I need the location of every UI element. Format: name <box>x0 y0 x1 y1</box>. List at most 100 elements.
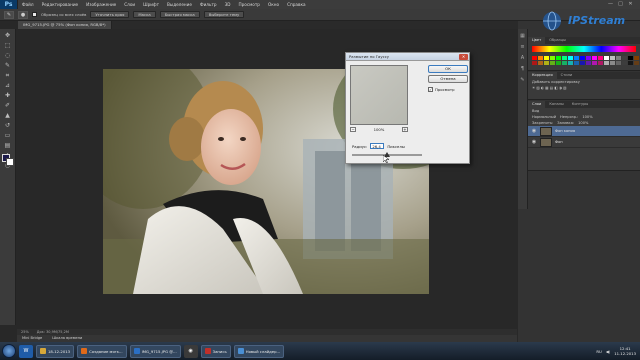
tab-swatches[interactable]: Образцы <box>545 37 570 44</box>
document-tab[interactable]: IMG_9715.JPG @ 75% (Фон копия, RGB/8*) <box>18 21 112 29</box>
marquee-tool-icon[interactable]: ⬚ <box>2 41 14 50</box>
brush-size-icon[interactable]: ● <box>18 10 28 19</box>
minimize-icon[interactable]: — <box>607 2 614 7</box>
color-swatch[interactable] <box>598 56 603 60</box>
gradient-tool-icon[interactable]: ▤ <box>2 141 14 150</box>
color-swatch[interactable] <box>538 56 543 60</box>
color-swatch[interactable] <box>598 61 603 65</box>
menu-layers[interactable]: Слои <box>120 2 139 7</box>
color-swatch[interactable] <box>550 56 555 60</box>
menu-help[interactable]: Справка <box>283 2 309 7</box>
color-swatch[interactable] <box>586 56 591 60</box>
color-swatch[interactable] <box>532 61 537 65</box>
healing-brush-icon[interactable]: ✚ <box>2 91 14 100</box>
crop-tool-icon[interactable]: ⌗ <box>2 71 14 80</box>
menu-filter[interactable]: Фильтр <box>196 2 221 7</box>
move-tool-icon[interactable]: ✥ <box>2 31 14 40</box>
quick-select-tool-icon[interactable]: ✎ <box>2 61 14 70</box>
color-swatch[interactable] <box>556 61 561 65</box>
zoom-in-button[interactable]: + <box>401 127 408 132</box>
word-icon[interactable]: W <box>19 344 33 358</box>
menu-select[interactable]: Выделение <box>163 2 196 7</box>
menu-file[interactable]: Файл <box>18 2 38 7</box>
quick-select-tool-icon[interactable]: ✎ <box>4 10 14 19</box>
tab-mini-bridge[interactable]: Mini Bridge <box>17 335 47 342</box>
color-swatch[interactable] <box>574 61 579 65</box>
color-swatch[interactable] <box>550 61 555 65</box>
start-button[interactable] <box>2 344 16 358</box>
color-swatch[interactable] <box>616 56 621 60</box>
close-icon[interactable]: ✕ <box>627 2 634 7</box>
color-spectrum[interactable] <box>532 46 636 52</box>
menu-view[interactable]: Просмотр <box>234 2 264 7</box>
close-icon[interactable]: ✕ <box>459 54 468 60</box>
color-swatch[interactable] <box>604 56 609 60</box>
opacity-value[interactable]: 100% <box>582 115 592 119</box>
cancel-button[interactable]: Отмена <box>428 75 468 83</box>
menu-type[interactable]: Шрифт <box>139 2 163 7</box>
zoom-status[interactable]: 25% <box>21 330 29 334</box>
menu-window[interactable]: Окно <box>264 2 283 7</box>
color-swatch[interactable] <box>580 56 585 60</box>
tab-styles[interactable]: Стили <box>557 72 577 79</box>
paragraph-icon[interactable]: ¶ <box>519 65 527 73</box>
adjustment-icons[interactable]: ☀ ▨ ◐ ▦ ▤ ◧ ◑ ▧ <box>528 85 640 91</box>
menu-3d[interactable]: 3D <box>221 2 235 7</box>
taskbar-item[interactable]: Запись <box>200 344 231 358</box>
eyedropper-tool-icon[interactable]: ⊿ <box>2 81 14 90</box>
color-swatch[interactable] <box>622 61 627 65</box>
preview-checkbox[interactable]: ✓ <box>428 87 433 92</box>
color-swatch[interactable] <box>580 61 585 65</box>
background-color-swatch[interactable] <box>6 158 14 166</box>
brush-preset-icon[interactable]: ✎ <box>519 76 527 84</box>
zoom-out-button[interactable]: − <box>350 127 356 132</box>
taskbar-item[interactable]: Новый слайдер... <box>233 344 285 358</box>
preview-thumbnail[interactable] <box>350 65 408 125</box>
clone-stamp-icon[interactable]: ▲ <box>2 111 14 120</box>
history-brush-icon[interactable]: ↺ <box>2 121 14 130</box>
ok-button[interactable]: ОК <box>428 65 468 73</box>
color-swatch[interactable] <box>622 56 627 60</box>
layers-kind-select[interactable]: Вид <box>532 109 539 113</box>
color-swatch[interactable] <box>556 56 561 60</box>
color-swatch[interactable] <box>616 61 621 65</box>
color-swatch[interactable] <box>544 56 549 60</box>
tab-color[interactable]: Цвет <box>528 37 546 44</box>
mask-button[interactable]: Маска <box>133 11 156 18</box>
color-swatch[interactable] <box>634 56 639 60</box>
taskbar-item[interactable]: 18-12-2013 <box>36 344 75 358</box>
sample-all-layers-checkbox[interactable] <box>32 12 37 17</box>
color-swatch[interactable] <box>634 61 639 65</box>
taskbar-item[interactable]: Создание мягк... <box>77 344 127 358</box>
radius-input[interactable]: 26,4 <box>370 143 385 149</box>
color-swatch[interactable] <box>538 61 543 65</box>
color-swatch[interactable] <box>568 61 573 65</box>
language-indicator[interactable]: RU <box>596 349 601 354</box>
brush-tool-icon[interactable]: ✐ <box>2 101 14 110</box>
color-swatch[interactable] <box>628 56 633 60</box>
quick-mask-button[interactable]: Быстрая маска <box>159 11 200 18</box>
color-swatch[interactable] <box>610 61 615 65</box>
color-swatch[interactable] <box>562 56 567 60</box>
tab-layers[interactable]: Слои <box>528 101 546 108</box>
color-swatch[interactable] <box>628 61 633 65</box>
color-swatch[interactable] <box>544 61 549 65</box>
history-icon[interactable]: ▦ <box>519 32 527 40</box>
lasso-tool-icon[interactable]: ◌ <box>2 51 14 60</box>
tab-adjustments[interactable]: Коррекция <box>528 72 557 79</box>
layer-row[interactable]: ◉ Фон <box>528 137 640 148</box>
menu-edit[interactable]: Редактирование <box>38 2 83 7</box>
color-swatch[interactable] <box>568 56 573 60</box>
eraser-tool-icon[interactable]: ▭ <box>2 131 14 140</box>
tab-channels[interactable]: Каналы <box>545 101 567 108</box>
eye-icon[interactable]: ◉ <box>531 139 537 145</box>
tab-paths[interactable]: Контуры <box>568 101 592 108</box>
volume-icon[interactable]: ◀) <box>606 349 610 354</box>
menu-image[interactable]: Изображение <box>82 2 120 7</box>
media-icon[interactable]: ◉ <box>183 344 198 358</box>
select-subject-button[interactable]: Выберите тему <box>203 11 245 18</box>
color-swatch[interactable] <box>532 56 537 60</box>
fill-value[interactable]: 100% <box>578 121 588 125</box>
color-swatch[interactable] <box>592 56 597 60</box>
color-swatch[interactable] <box>586 61 591 65</box>
